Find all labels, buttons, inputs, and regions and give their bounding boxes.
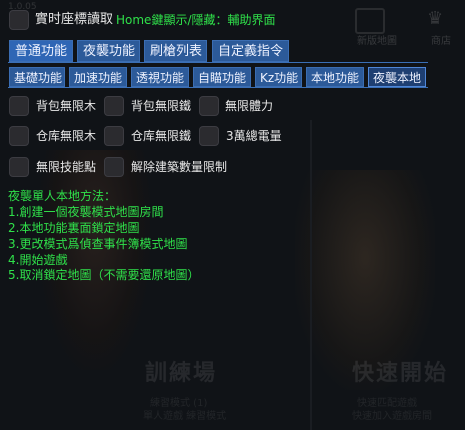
subtab-speed[interactable]: 加速功能	[69, 67, 127, 87]
backpack-infinite-iron-checkbox[interactable]	[104, 96, 124, 116]
instruction-step-1: 1.創建一個夜襲模式地圖房間	[8, 205, 164, 219]
helper-ui: 實时座標讀取 Home鍵顯示/隱藏：輔助界面 普通功能 夜襲功能 刷槍列表 自定…	[0, 0, 465, 430]
warehouse-infinite-iron-label: 仓库無限鐵	[131, 129, 192, 143]
realtime-coords-checkbox[interactable]	[9, 10, 29, 30]
tab-night-raid-functions[interactable]: 夜襲功能	[77, 40, 140, 62]
subtab-aimbot[interactable]: 自瞄功能	[193, 67, 251, 87]
power-30k-label: 3萬總電量	[226, 129, 282, 143]
hotkey-hint: Home鍵顯示/隱藏：輔助界面	[116, 13, 276, 27]
tab-normal-functions[interactable]: 普通功能	[9, 40, 73, 62]
subtab-night-raid-local[interactable]: 夜襲本地	[368, 67, 426, 87]
subtab-esp[interactable]: 透視功能	[131, 67, 189, 87]
power-30k-checkbox[interactable]	[199, 126, 219, 146]
infinite-stamina-label: 無限體力	[225, 99, 274, 113]
instruction-step-3: 3.更改模式爲偵查事件簿模式地圖	[8, 237, 188, 251]
instructions-title: 夜襲單人本地方法：	[8, 189, 117, 203]
tabs-separator	[8, 62, 428, 63]
backpack-infinite-wood-checkbox[interactable]	[9, 96, 29, 116]
realtime-coords-label: 實时座標讀取	[35, 12, 114, 27]
tab-custom-commands[interactable]: 自定義指令	[212, 40, 289, 62]
unlock-build-limit-checkbox[interactable]	[104, 157, 124, 177]
unlock-build-limit-label: 解除建築數量限制	[131, 160, 228, 174]
subtabs-separator	[8, 87, 428, 88]
backpack-infinite-wood-label: 背包無限木	[36, 99, 97, 113]
helper-panel: 1.0.05 新版地圖 ♛ 商店 訓練場 練習模式 (1) 單人遊戲 練習模式 …	[0, 0, 465, 430]
instruction-step-2: 2.本地功能裏面鎖定地圖	[8, 221, 140, 235]
backpack-infinite-iron-label: 背包無限鐵	[131, 99, 192, 113]
infinite-skill-points-checkbox[interactable]	[9, 157, 29, 177]
subtab-local[interactable]: 本地功能	[306, 67, 364, 87]
warehouse-infinite-wood-label: 仓库無限木	[36, 129, 97, 143]
instruction-step-5: 5.取消鎖定地圖（不需要還原地圖）	[8, 268, 200, 282]
warehouse-infinite-iron-checkbox[interactable]	[104, 126, 124, 146]
infinite-skill-points-label: 無限技能點	[36, 160, 97, 174]
subtab-basic[interactable]: 基礎功能	[9, 67, 65, 87]
warehouse-infinite-wood-checkbox[interactable]	[9, 126, 29, 146]
subtab-kz[interactable]: Kz功能	[255, 67, 302, 87]
tab-gun-list[interactable]: 刷槍列表	[144, 40, 207, 62]
infinite-stamina-checkbox[interactable]	[199, 96, 219, 116]
instruction-step-4: 4.開始遊戲	[8, 253, 68, 267]
